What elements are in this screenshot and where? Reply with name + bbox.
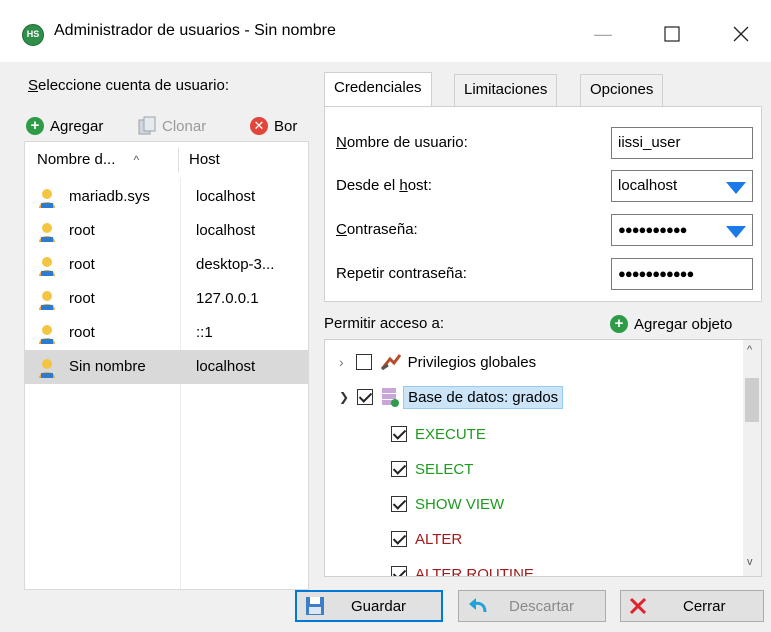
table-row[interactable]: Sin nombre localhost (25, 350, 308, 384)
user-name-cell: root (69, 222, 95, 239)
user-name-cell: root (69, 324, 95, 341)
plus-icon: + (26, 117, 44, 135)
privilege-label: EXECUTE (415, 425, 486, 443)
host-label: Desde el host: (336, 177, 432, 194)
window-title: Administrador de usuarios - Sin nombre (54, 22, 336, 39)
password-dropdown-icon (726, 226, 746, 238)
privileges-tree[interactable]: › Privilegios globales ❯ Base de datos: … (324, 339, 762, 577)
clone-user-button[interactable]: Clonar (138, 114, 206, 138)
privilege-label: SELECT (415, 460, 474, 478)
maximize-button[interactable] (649, 14, 695, 54)
maximize-icon (664, 26, 680, 42)
close-window-button[interactable] (718, 14, 764, 54)
minimize-icon: — (594, 24, 612, 44)
add-object-button[interactable]: + Agregar objeto (610, 312, 732, 336)
password-label: Contraseña: (336, 221, 418, 238)
privilege-item[interactable]: SHOW VIEW (391, 490, 504, 518)
credentials-panel: Nombre de usuario: iissi_user Desde el h… (324, 106, 762, 302)
tab-opciones-ssl[interactable]: Opciones SSL (580, 74, 664, 128)
app-logo-icon: HS (22, 24, 44, 46)
username-input[interactable]: iissi_user (611, 127, 753, 159)
user-icon (39, 359, 55, 378)
title-bar: HS Administrador de usuarios - Sin nombr… (0, 0, 771, 62)
column-header-host[interactable]: Host (189, 142, 220, 178)
privilege-label: ALTER ROUTINE (415, 565, 534, 577)
user-icon (39, 325, 55, 344)
save-button[interactable]: Guardar (295, 590, 443, 622)
checkbox[interactable] (391, 461, 407, 477)
scroll-down-icon[interactable]: v (747, 556, 753, 568)
user-icon (39, 257, 55, 276)
user-name-cell: mariadb.sys (69, 188, 150, 205)
table-row[interactable]: root desktop-3... (25, 248, 308, 282)
checkbox[interactable] (391, 531, 407, 547)
tab-limitaciones[interactable]: Limitaciones (454, 74, 558, 106)
delete-icon: ✕ (250, 117, 268, 135)
user-name-cell: root (69, 290, 95, 307)
tree-item-global-privileges[interactable]: › Privilegios globales (339, 348, 536, 376)
column-header-name[interactable]: Nombre d... ^ (37, 142, 139, 178)
user-account-list[interactable]: Nombre d... ^ Host mariadb.sys localhost r… (24, 141, 309, 590)
checkbox[interactable] (391, 426, 407, 442)
user-icon (39, 291, 55, 310)
chevron-down-icon[interactable]: ❯ (339, 390, 349, 404)
close-icon (733, 26, 749, 42)
privilege-label: ALTER (415, 530, 463, 548)
user-host-cell: localhost (196, 188, 256, 205)
privilege-item[interactable]: ALTER (391, 525, 462, 553)
user-name-cell: root (69, 256, 95, 273)
global-privileges-icon (380, 354, 401, 371)
add-user-button[interactable]: + Agregar (26, 114, 103, 138)
sort-ascending-icon: ^ (133, 153, 140, 167)
host-select[interactable]: localhost (611, 170, 753, 202)
checkbox[interactable] (357, 389, 374, 405)
user-host-cell: localhost (196, 358, 256, 375)
tab-credenciales[interactable]: Credenciales (324, 72, 432, 106)
table-row[interactable]: root localhost (25, 214, 308, 248)
dropdown-arrow-icon (726, 182, 746, 194)
copy-icon (138, 116, 156, 135)
privilege-item[interactable]: SELECT (391, 455, 473, 483)
database-icon (382, 388, 400, 407)
close-x-icon (629, 597, 647, 615)
allow-access-label: Permitir acceso a: (324, 315, 445, 332)
chevron-right-icon[interactable]: › (339, 354, 344, 370)
delete-user-button[interactable]: ✕ Bor (250, 114, 297, 138)
scroll-up-icon[interactable]: ^ (747, 344, 752, 356)
minimize-button[interactable]: — (580, 14, 626, 54)
user-host-cell: ::1 (196, 324, 213, 341)
repeat-password-input[interactable]: ●●●●●●●●●●● (611, 258, 753, 290)
password-input[interactable]: ●●●●●●●●●● (611, 214, 753, 246)
discard-button[interactable]: Descartar (458, 590, 606, 622)
checkbox[interactable] (355, 354, 372, 370)
user-name-cell: Sin nombre (69, 358, 146, 375)
privilege-item[interactable]: EXECUTE (391, 420, 486, 448)
username-label: Nombre de usuario: (336, 134, 468, 151)
user-host-cell: desktop-3... (196, 256, 275, 273)
user-host-cell: localhost (196, 222, 256, 239)
checkbox[interactable] (391, 566, 407, 576)
close-button[interactable]: Cerrar (620, 590, 764, 622)
table-row[interactable]: root 127.0.0.1 (25, 282, 308, 316)
privilege-item[interactable]: ALTER ROUTINE (391, 560, 534, 577)
tree-scrollbar[interactable]: ^ v (743, 340, 761, 576)
tree-item-database[interactable]: ❯ Base de datos: grados (339, 383, 564, 411)
privilege-label: SHOW VIEW (415, 495, 505, 513)
column-divider (178, 148, 179, 172)
user-icon (39, 223, 55, 242)
table-row[interactable]: mariadb.sys localhost (25, 180, 308, 214)
plus-icon: + (610, 315, 628, 333)
user-icon (39, 189, 55, 208)
repeat-password-label: Repetir contraseña: (336, 265, 467, 282)
select-account-label: Seleccione cuenta de usuario: (28, 77, 229, 94)
table-row[interactable]: root::1 (25, 316, 308, 350)
checkbox[interactable] (391, 496, 407, 512)
scrollbar-thumb[interactable] (745, 378, 759, 422)
save-icon (306, 597, 324, 615)
user-host-cell: 127.0.0.1 (196, 290, 259, 307)
undo-icon (469, 598, 487, 613)
